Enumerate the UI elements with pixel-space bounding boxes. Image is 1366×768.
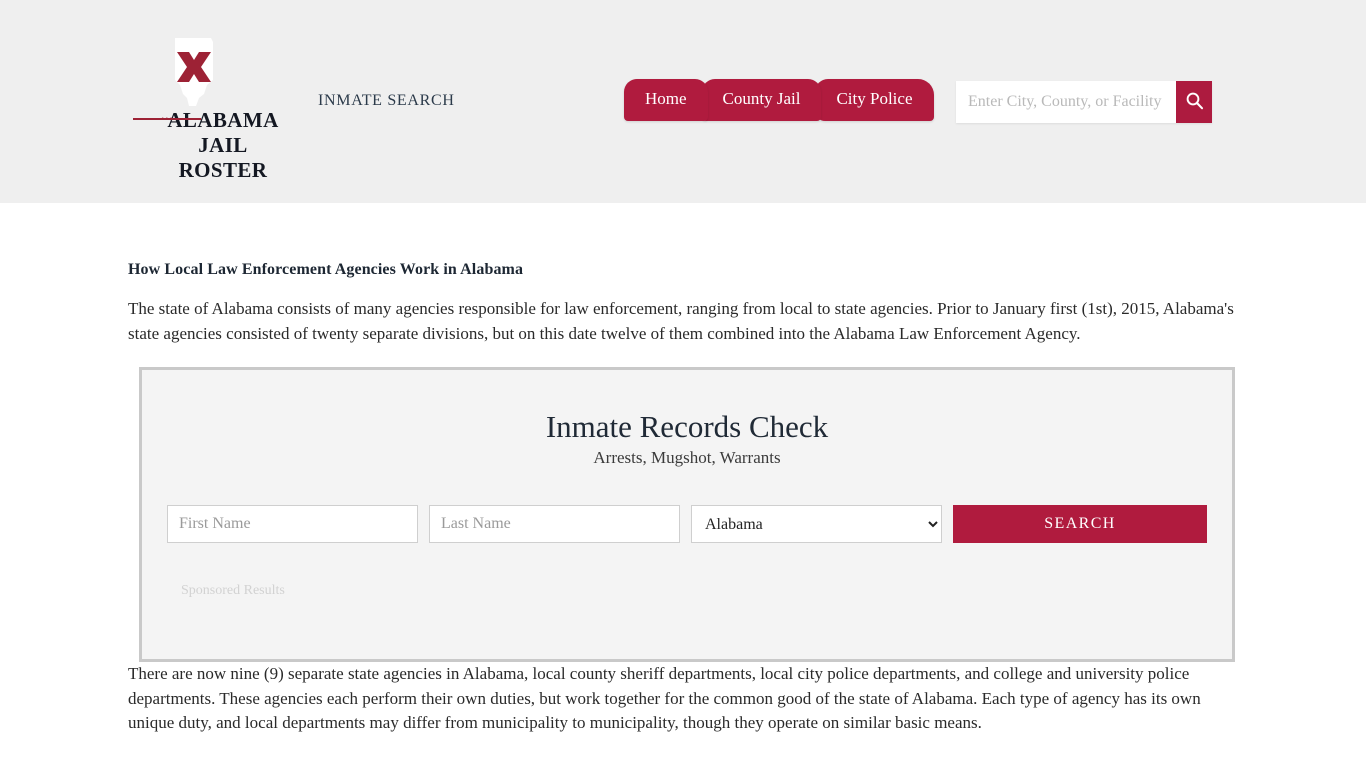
brand-dots: ••• [161, 114, 174, 124]
widget-search-button[interactable]: SEARCH [953, 505, 1207, 543]
header-search-input[interactable] [956, 81, 1176, 123]
header-inner: ••• ALABAMA JAIL ROSTER INMATE SEARCH Ho… [128, 0, 1238, 203]
intro-paragraph: The state of Alabama consists of many ag… [128, 299, 1234, 343]
header-search-form [956, 81, 1212, 123]
nav-tab-home[interactable]: Home [624, 79, 708, 121]
first-name-input[interactable] [167, 505, 418, 543]
site-header: ••• ALABAMA JAIL ROSTER INMATE SEARCH Ho… [0, 0, 1366, 203]
nav-tab-county-jail[interactable]: County Jail [701, 79, 822, 121]
inmate-records-check-widget: Inmate Records Check Arrests, Mugshot, W… [139, 367, 1235, 662]
search-icon [1185, 91, 1204, 113]
header-search-button[interactable] [1176, 81, 1212, 123]
last-name-input[interactable] [429, 505, 680, 543]
alabama-state-x-logo-icon [158, 36, 288, 108]
sponsored-results-label: Sponsored Results [181, 583, 285, 598]
widget-title: Inmate Records Check [545, 409, 829, 444]
site-tagline[interactable]: INMATE SEARCH [318, 92, 455, 110]
main-navigation: Home County Jail City Police [624, 79, 934, 121]
state-select[interactable]: Alabama [691, 505, 942, 543]
bottom-paragraph: There are now nine (9) separate state ag… [128, 664, 1201, 732]
inmate-search-form: Alabama SEARCH [167, 505, 1207, 543]
article-heading: How Local Law Enforcement Agencies Work … [128, 261, 524, 278]
widget-subtitle: Arrests, Mugshot, Warrants [593, 448, 781, 467]
site-logo-link[interactable]: ••• ALABAMA JAIL ROSTER [158, 36, 288, 183]
nav-tab-city-police[interactable]: City Police [815, 79, 934, 121]
page-content: How Local Law Enforcement Agencies Work … [128, 203, 1238, 736]
brand-name-line2: JAIL ROSTER [178, 133, 268, 182]
brand-name-line1: ALABAMA [167, 108, 279, 132]
